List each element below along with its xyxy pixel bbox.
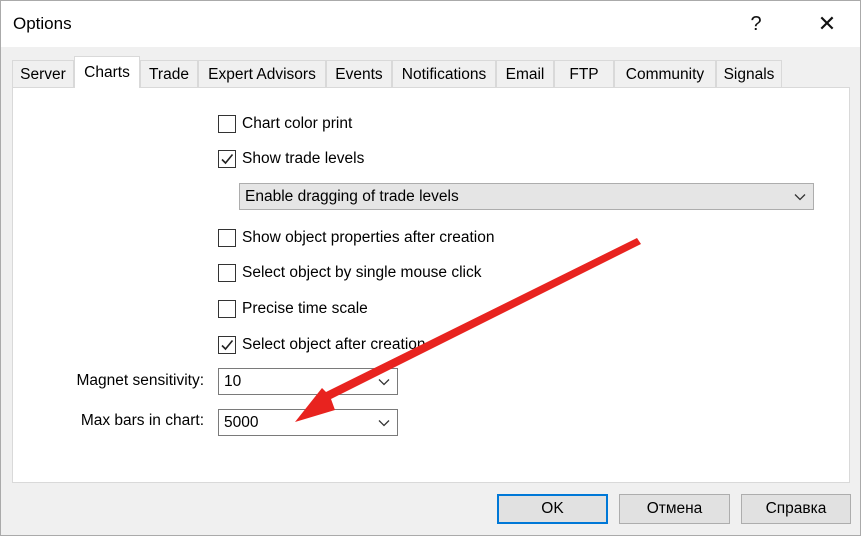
chart-color-print-label: Chart color print (242, 115, 353, 132)
help-button[interactable]: Справка (741, 494, 851, 524)
magnet-sensitivity-label: Magnet sensitivity: (76, 372, 205, 389)
chart-color-print-checkbox[interactable] (218, 115, 236, 133)
chevron-down-icon (371, 410, 397, 435)
max-bars-value: 5000 (224, 413, 259, 431)
trade-levels-mode-value: Enable dragging of trade levels (245, 187, 459, 205)
tab-email[interactable]: Email (496, 60, 554, 88)
show-object-properties-option[interactable]: Show object properties after creation (218, 227, 494, 249)
max-bars-select[interactable]: 5000 (218, 409, 398, 436)
tab-signals[interactable]: Signals (716, 60, 782, 88)
chart-color-print-option[interactable]: Chart color print (218, 113, 352, 135)
tab-charts[interactable]: Charts (74, 56, 140, 88)
checkmark-icon (221, 153, 234, 165)
tab-events[interactable]: Events (326, 60, 392, 88)
max-bars-label: Max bars in chart: (80, 412, 204, 429)
tab-trade[interactable]: Trade (140, 60, 198, 88)
ok-button[interactable]: OK (497, 494, 608, 524)
magnet-sensitivity-select[interactable]: 10 (218, 368, 398, 395)
show-trade-levels-checkbox[interactable] (218, 150, 236, 168)
select-single-click-checkbox[interactable] (218, 264, 236, 282)
help-icon[interactable]: ? (733, 1, 779, 47)
checkmark-icon (221, 339, 234, 351)
show-trade-levels-option[interactable]: Show trade levels (218, 148, 364, 170)
close-icon[interactable]: ✕ (804, 1, 850, 47)
tab-expert-advisors[interactable]: Expert Advisors (198, 60, 326, 88)
cancel-button[interactable]: Отмена (619, 494, 730, 524)
options-dialog: Options ? ✕ Server Charts Trade Expert A… (0, 0, 861, 536)
precise-time-scale-checkbox[interactable] (218, 300, 236, 318)
chevron-down-icon (787, 184, 813, 209)
select-after-creation-label: Select object after creation (242, 336, 426, 353)
select-after-creation-option[interactable]: Select object after creation (218, 334, 426, 356)
tab-community[interactable]: Community (614, 60, 716, 88)
select-single-click-option[interactable]: Select object by single mouse click (218, 262, 482, 284)
tab-notifications[interactable]: Notifications (392, 60, 496, 88)
precise-time-scale-option[interactable]: Precise time scale (218, 298, 368, 320)
show-trade-levels-label: Show trade levels (242, 150, 365, 167)
select-after-creation-checkbox[interactable] (218, 336, 236, 354)
title-bar: Options ? ✕ (1, 1, 860, 47)
trade-levels-mode-select[interactable]: Enable dragging of trade levels (239, 183, 814, 210)
magnet-sensitivity-value: 10 (224, 372, 242, 390)
window-title: Options (13, 14, 72, 33)
select-single-click-label: Select object by single mouse click (242, 264, 482, 281)
tab-server[interactable]: Server (12, 60, 74, 88)
show-object-properties-label: Show object properties after creation (242, 229, 495, 246)
show-object-properties-checkbox[interactable] (218, 229, 236, 247)
tab-ftp[interactable]: FTP (554, 60, 614, 88)
chevron-down-icon (371, 369, 397, 394)
precise-time-scale-label: Precise time scale (242, 300, 368, 317)
